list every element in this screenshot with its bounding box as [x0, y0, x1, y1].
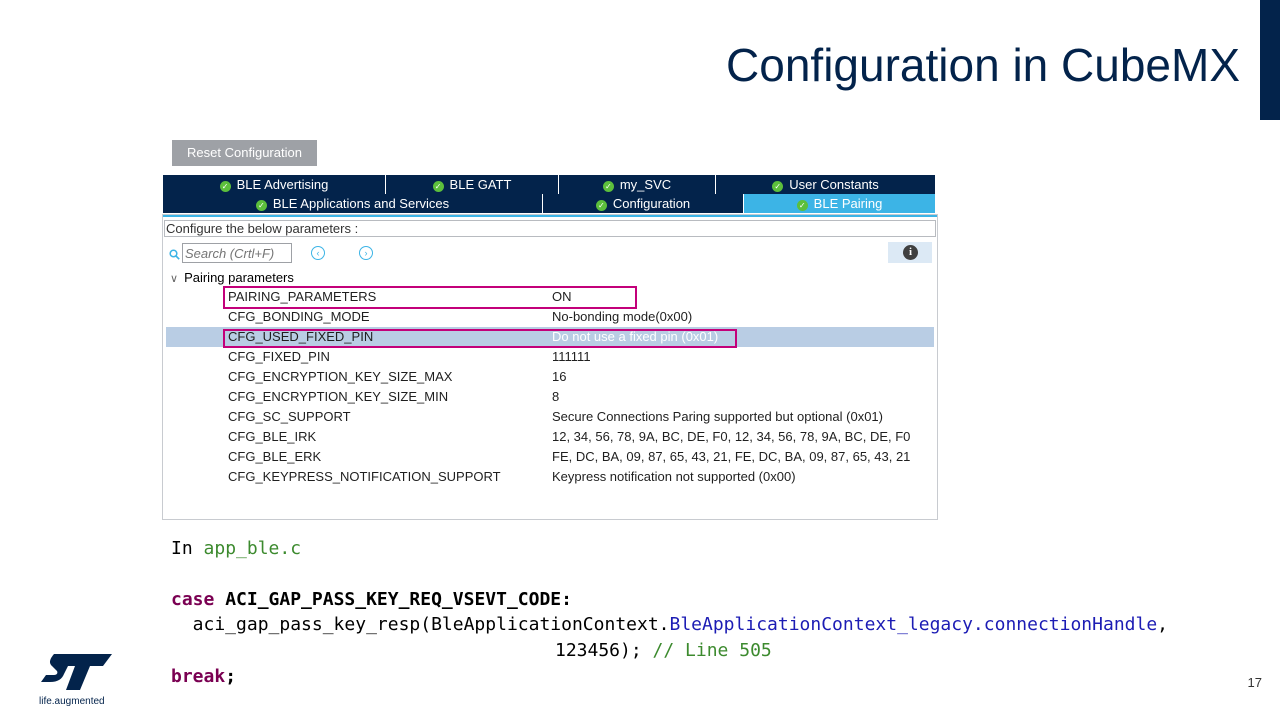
st-logo [41, 654, 112, 690]
code-intro-prefix: In [171, 538, 204, 559]
tab-label: BLE GATT [449, 177, 512, 192]
param-name: CFG_BLE_ERK [228, 449, 322, 464]
tab-ble-advertising[interactable]: ✓ BLE Advertising [163, 175, 386, 194]
tab-row-2: ✓ BLE Applications and Services ✓ Configur… [163, 194, 935, 213]
param-value: FE, DC, BA, 09, 87, 65, 43, 21, FE, DC, … [552, 449, 911, 464]
chevron-down-icon: ∨ [170, 273, 179, 285]
param-row[interactable]: CFG_BONDING_MODE No-bonding mode(0x00) [166, 307, 934, 327]
highlight-box-used-fixed-pin [223, 329, 737, 348]
param-row[interactable]: CFG_SC_SUPPORT Secure Connections Paring … [166, 407, 934, 427]
param-name: CFG_BLE_IRK [228, 429, 317, 444]
tab-label: User Constants [789, 177, 879, 192]
param-value: Keypress notification not supported (0x0… [552, 469, 796, 484]
param-row[interactable]: CFG_BLE_ERK FE, DC, BA, 09, 87, 65, 43, 2… [166, 447, 934, 467]
info-icon: i [903, 245, 918, 260]
code-call-prefix: aci_gap_pass_key_resp(BleApplicationCont… [171, 614, 670, 635]
tab-user-constants[interactable]: ✓ User Constants [716, 175, 935, 194]
check-circle-icon: ✓ [219, 181, 231, 192]
configure-label: Configure the below parameters : [164, 220, 936, 237]
info-button[interactable]: i [888, 242, 932, 263]
search-icon [169, 248, 180, 263]
param-name: CFG_KEYPRESS_NOTIFICATION_SUPPORT [228, 469, 501, 484]
tab-my-svc[interactable]: ✓ my_SVC [559, 175, 716, 194]
code-break-keyword: break [171, 666, 226, 687]
tab-configuration[interactable]: ✓ Configuration [543, 194, 744, 213]
group-label: Pairing parameters [184, 270, 294, 285]
check-circle-icon: ✓ [602, 181, 614, 192]
param-row[interactable]: CFG_FIXED_PIN 111111 [166, 347, 934, 367]
code-arg-line: 123456); // Line 505 [555, 640, 772, 661]
tab-label: BLE Advertising [236, 177, 329, 192]
code-case-label: ACI_GAP_PASS_KEY_REQ_VSEVT_CODE: [214, 589, 572, 610]
code-call-suffix: , [1157, 614, 1169, 635]
brand-tagline: life.augmented [39, 696, 105, 707]
page-number: 17 [1247, 675, 1262, 690]
tab-row-1: ✓ BLE Advertising ✓ BLE GATT ✓ my_SVC ✓ User… [163, 175, 935, 194]
group-pairing-parameters[interactable]: ∨ Pairing parameters [170, 270, 294, 285]
check-circle-icon: ✓ [772, 181, 784, 192]
param-row[interactable]: CFG_ENCRYPTION_KEY_SIZE_MIN 8 [166, 387, 934, 407]
code-case-line: case ACI_GAP_PASS_KEY_REQ_VSEVT_CODE: [171, 589, 572, 610]
code-file-name: app_ble.c [203, 538, 302, 559]
ble-pairing-panel: Configure the below parameters : ‹ › i ∨… [162, 214, 938, 520]
param-name: CFG_FIXED_PIN [228, 349, 330, 364]
code-case-keyword: case [171, 589, 215, 610]
tab-ble-gatt[interactable]: ✓ BLE GATT [386, 175, 559, 194]
code-call-line: aci_gap_pass_key_resp(BleApplicationCont… [171, 614, 1168, 635]
tab-label: BLE Pairing [813, 196, 883, 211]
param-value: 111111 [552, 349, 591, 364]
code-break-line: break; [171, 666, 236, 687]
tab-label: Configuration [612, 196, 691, 211]
param-name: CFG_ENCRYPTION_KEY_SIZE_MAX [228, 369, 453, 384]
code-break-suffix: ; [225, 666, 237, 687]
slide-title: Configuration in CubeMX [726, 39, 1240, 91]
code-intro-line: In app_ble.c [171, 538, 301, 559]
tab-label: my_SVC [619, 177, 672, 192]
param-name: CFG_ENCRYPTION_KEY_SIZE_MIN [228, 389, 449, 404]
check-circle-icon: ✓ [595, 200, 607, 211]
param-value: 8 [552, 389, 560, 404]
reset-configuration-button[interactable]: Reset Configuration [172, 140, 317, 166]
check-circle-icon: ✓ [255, 200, 267, 211]
code-comment: // Line 505 [641, 640, 772, 661]
tab-ble-pairing[interactable]: ✓ BLE Pairing [744, 194, 935, 213]
chevron-right-icon[interactable]: › [359, 246, 373, 260]
highlight-box-pairing-parameters [223, 286, 637, 309]
chevron-left-icon[interactable]: ‹ [311, 246, 325, 260]
param-name: CFG_BONDING_MODE [228, 309, 370, 324]
param-value: Secure Connections Paring supported but … [552, 409, 883, 424]
param-row[interactable]: CFG_BLE_IRK 12, 34, 56, 78, 9A, BC, DE, F… [166, 427, 934, 447]
param-row[interactable]: CFG_KEYPRESS_NOTIFICATION_SUPPORT Keypres… [166, 467, 934, 487]
tab-label: BLE Applications and Services [272, 196, 450, 211]
search-input[interactable] [182, 243, 292, 263]
param-value: 12, 34, 56, 78, 9A, BC, DE, F0, 12, 34, … [552, 429, 911, 444]
check-circle-icon: ✓ [796, 200, 808, 211]
param-value: No-bonding mode(0x00) [552, 309, 693, 324]
code-arg-value: 123456); [555, 640, 642, 661]
tab-ble-applications-and-services[interactable]: ✓ BLE Applications and Services [163, 194, 543, 213]
code-call-member: BleApplicationContext_legacy.connectionH… [669, 614, 1158, 635]
param-name: CFG_SC_SUPPORT [228, 409, 351, 424]
check-circle-icon: ✓ [432, 181, 444, 192]
param-value: 16 [552, 369, 567, 384]
panel-divider [163, 215, 937, 217]
brand-accent-bar [1260, 0, 1280, 120]
param-row[interactable]: CFG_ENCRYPTION_KEY_SIZE_MAX 16 [166, 367, 934, 387]
